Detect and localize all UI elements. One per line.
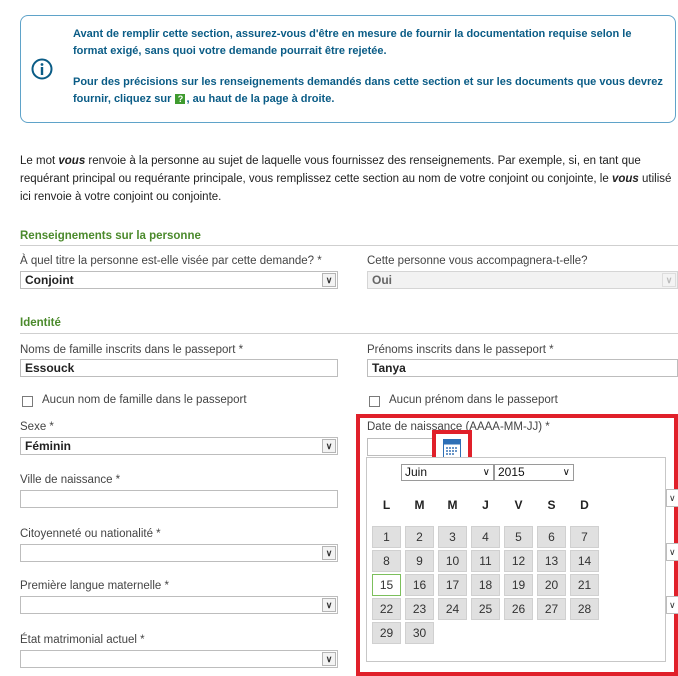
intro-part-1: Le mot (20, 155, 56, 167)
calendar-day[interactable]: 28 (570, 598, 599, 620)
chevron-down-icon: ∨ (322, 598, 336, 612)
titre-value: Conjoint (25, 273, 74, 287)
chevron-down-icon: ∨ (482, 467, 490, 478)
calendar-day[interactable]: 6 (537, 526, 566, 548)
langue-label: Première langue maternelle * (20, 580, 169, 592)
chevron-down-icon: ∨ (562, 467, 570, 478)
sexe-select[interactable]: Féminin ∨ (20, 437, 338, 455)
calendar-day[interactable]: 1 (372, 526, 401, 548)
accompagne-label: Cette personne vous accompagnera-t-elle? (367, 255, 588, 267)
calendar-day[interactable]: 18 (471, 574, 500, 596)
chevron-down-icon: ∨ (669, 493, 676, 503)
chevron-down-icon: ∨ (322, 652, 336, 666)
chevron-down-icon: ∨ (322, 546, 336, 560)
citoyennete-select[interactable]: ∨ (20, 544, 338, 562)
calendar-day[interactable]: 3 (438, 526, 467, 548)
section-divider (20, 245, 678, 246)
year-value: 2015 (498, 465, 525, 479)
chevron-down-icon: ∨ (669, 547, 676, 557)
weekday-header: L (382, 498, 391, 512)
info-text: Avant de remplir cette section, assurez-… (73, 26, 663, 122)
aucun-prenom-label: Aucun prénom dans le passeport (389, 394, 558, 406)
calendar-day[interactable]: 14 (570, 550, 599, 572)
sexe-label: Sexe * (20, 421, 54, 433)
partial-select[interactable]: ∨ (666, 543, 678, 561)
ville-label: Ville de naissance * (20, 474, 121, 486)
info-icon (31, 58, 53, 80)
etat-select[interactable]: ∨ (20, 650, 338, 668)
partial-select[interactable]: ∨ (666, 489, 678, 507)
weekday-header: M (414, 498, 425, 512)
calendar-day[interactable]: 20 (537, 574, 566, 596)
titre-select[interactable]: Conjoint ∨ (20, 271, 338, 289)
calendar-day[interactable]: 5 (504, 526, 533, 548)
info-paragraph-2-start: Pour des précisions sur les renseignemen… (73, 76, 663, 105)
weekday-header: S (547, 498, 556, 512)
calendar-day[interactable]: 30 (405, 622, 434, 644)
calendar-day[interactable]: 29 (372, 622, 401, 644)
section-title-person: Renseignements sur la personne (20, 230, 201, 242)
calendar-popup: Juin ∨ 2015 ∨ LMMJVSD 1 2 3 4 5 6 7 8 9 10 11 12 13 1… (366, 457, 666, 662)
intro-text: Le mot vous renvoie à la personne au suj… (20, 152, 678, 206)
section-divider (20, 333, 678, 334)
calendar-icon (443, 439, 461, 458)
calendar-day[interactable]: 24 (438, 598, 467, 620)
month-select[interactable]: Juin ∨ (401, 464, 494, 481)
intro-vous-1: vous (58, 155, 86, 167)
calendar-day[interactable]: 10 (438, 550, 467, 572)
ville-input[interactable] (20, 490, 338, 508)
citoyennete-label: Citoyenneté ou nationalité * (20, 528, 161, 540)
intro-vous-2: vous (611, 173, 639, 185)
weekday-header: D (580, 498, 589, 512)
prenom-input[interactable]: Tanya (367, 359, 678, 377)
weekday-header: M (447, 498, 458, 512)
info-paragraph-1: Avant de remplir cette section, assurez-… (73, 28, 632, 57)
calendar-day[interactable]: 9 (405, 550, 434, 572)
calendar-day[interactable]: 21 (570, 574, 599, 596)
accompagne-select: Oui ∨ (367, 271, 678, 289)
calendar-day[interactable]: 22 (372, 598, 401, 620)
calendar-day[interactable]: 2 (405, 526, 434, 548)
weekday-header: J (482, 498, 489, 512)
section-title-identity: Identité (20, 317, 61, 329)
weekday-header: V (514, 498, 523, 512)
info-box: Avant de remplir cette section, assurez-… (20, 15, 676, 123)
calendar-day[interactable]: 27 (537, 598, 566, 620)
year-select[interactable]: 2015 ∨ (494, 464, 574, 481)
intro-part-2: renvoie à la personne au sujet de laquel… (20, 155, 641, 185)
calendar-day[interactable]: 7 (570, 526, 599, 548)
calendar-day[interactable]: 12 (504, 550, 533, 572)
calendar-day[interactable]: 19 (504, 574, 533, 596)
calendar-day[interactable]: 16 (405, 574, 434, 596)
calendar-day[interactable]: 17 (438, 574, 467, 596)
info-paragraph-2: Pour des précisions sur les renseignemen… (73, 74, 663, 108)
calendar-day[interactable]: 4 (471, 526, 500, 548)
aucun-nom-label: Aucun nom de famille dans le passeport (42, 394, 247, 406)
chevron-down-icon: ∨ (322, 273, 336, 287)
calendar-day[interactable]: 11 (471, 550, 500, 572)
calendar-day[interactable]: 23 (405, 598, 434, 620)
month-value: Juin (405, 465, 428, 479)
accompagne-value: Oui (372, 273, 392, 287)
sexe-value: Féminin (25, 439, 72, 453)
nom-label: Noms de famille inscrits dans le passepo… (20, 344, 244, 356)
calendar-day[interactable]: 8 (372, 550, 401, 572)
calendar-day[interactable]: 25 (471, 598, 500, 620)
chevron-down-icon: ∨ (662, 273, 676, 287)
calendar-day[interactable]: 26 (504, 598, 533, 620)
info-paragraph-2-end: , au haut de la page à droite. (186, 93, 335, 105)
titre-label: À quel titre la personne est-elle visée … (20, 255, 322, 267)
nom-input[interactable]: Essouck (20, 359, 338, 377)
aucun-prenom-checkbox[interactable] (369, 396, 380, 407)
prenom-label: Prénoms inscrits dans le passeport * (367, 344, 554, 356)
chevron-down-icon: ∨ (669, 600, 676, 610)
help-icon: ? (175, 94, 186, 105)
langue-select[interactable]: ∨ (20, 596, 338, 614)
partial-select[interactable]: ∨ (666, 596, 678, 614)
chevron-down-icon: ∨ (322, 439, 336, 453)
etat-label: État matrimonial actuel * (20, 634, 145, 646)
aucun-nom-checkbox[interactable] (22, 396, 33, 407)
calendar-day[interactable]: 13 (537, 550, 566, 572)
calendar-day[interactable]: 15 (372, 574, 401, 596)
